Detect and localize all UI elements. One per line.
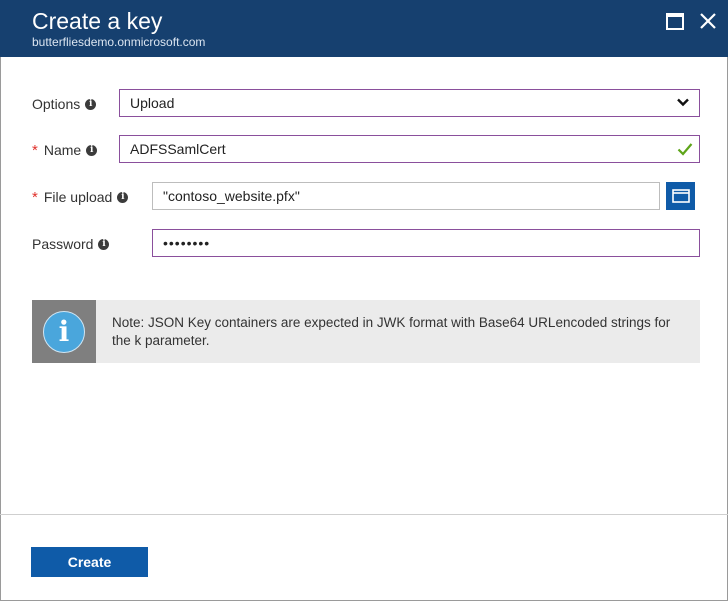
footer-divider [0, 514, 728, 515]
options-select[interactable]: Upload [119, 89, 700, 117]
name-row: * Name i ADFSSamlCert [0, 135, 728, 165]
create-button[interactable]: Create [31, 547, 148, 577]
options-label: Options i [32, 89, 97, 119]
checkmark-icon [677, 143, 693, 156]
maximize-button[interactable] [664, 10, 686, 32]
password-value: •••••••• [163, 235, 211, 251]
options-label-text: Options [32, 96, 81, 112]
close-button[interactable] [697, 10, 719, 32]
chevron-down-icon [677, 98, 689, 107]
blade-title: Create a key [32, 8, 163, 34]
blade-header: Create a key butterfliesdemo.onmicrosoft… [0, 0, 728, 57]
password-row: Password i •••••••• [0, 229, 728, 259]
maximize-icon [666, 13, 684, 30]
file-upload-label-text: File upload [43, 189, 113, 205]
required-marker: * [32, 189, 38, 206]
close-icon [700, 13, 716, 29]
info-note: i Note: JSON Key containers are expected… [32, 300, 700, 363]
file-upload-input[interactable]: "contoso_website.pfx" [152, 182, 660, 210]
note-icon-panel: i [32, 300, 96, 363]
required-marker: * [32, 142, 38, 159]
name-label-text: Name [43, 142, 82, 158]
blade-subtitle: butterfliesdemo.onmicrosoft.com [32, 35, 206, 49]
info-icon-glyph: i [58, 315, 70, 348]
file-upload-label: * File upload i [32, 182, 129, 213]
password-input[interactable]: •••••••• [152, 229, 700, 257]
name-input-value: ADFSSamlCert [130, 141, 226, 157]
info-icon[interactable]: i [98, 238, 110, 250]
note-text: Note: JSON Key containers are expected i… [112, 315, 671, 348]
info-icon[interactable]: i [86, 144, 98, 156]
options-row: Options i Upload [0, 89, 728, 119]
info-icon[interactable]: i [85, 98, 97, 110]
password-label-text: Password [32, 236, 94, 252]
name-input[interactable]: ADFSSamlCert [119, 135, 700, 163]
file-upload-row: * File upload i "contoso_website.pfx" [0, 182, 728, 212]
file-upload-value: "contoso_website.pfx" [163, 188, 300, 204]
browse-file-button[interactable] [666, 182, 695, 210]
info-icon: i [43, 311, 85, 353]
options-select-value: Upload [130, 95, 175, 111]
name-label: * Name i [32, 135, 98, 166]
info-icon[interactable]: i [117, 191, 129, 203]
password-label: Password i [32, 229, 110, 259]
folder-icon [672, 189, 690, 203]
